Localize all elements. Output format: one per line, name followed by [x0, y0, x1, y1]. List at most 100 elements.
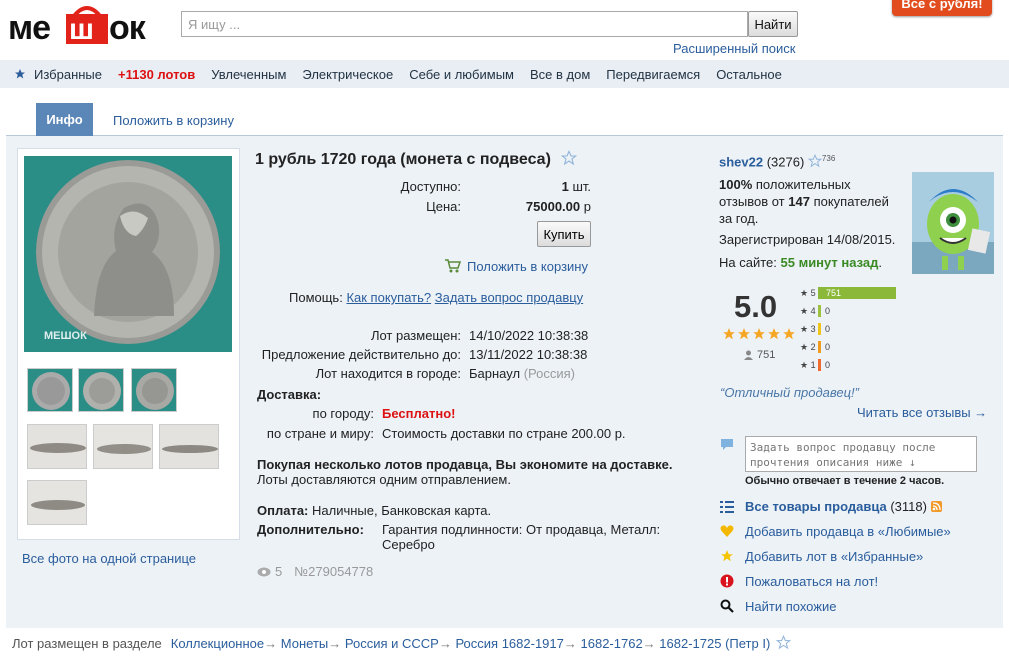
valid-label: Предложение действительно до: [261, 347, 461, 362]
rating-bar-count: 0 [825, 342, 831, 352]
thumbnail-6[interactable] [159, 424, 219, 469]
nav-item-transport[interactable]: Передвигаемся [606, 67, 700, 82]
find-similar-link[interactable]: Найти похожие [745, 599, 836, 614]
chat-icon [721, 439, 733, 450]
tab-info[interactable]: Инфо [36, 103, 93, 136]
seller-name-link[interactable]: shev22 [719, 154, 763, 169]
rating-star-icon [723, 328, 735, 340]
favorite-star-icon[interactable] [776, 635, 792, 650]
nav-item-home[interactable]: Все в дом [530, 67, 590, 82]
posted-value: 14/10/2022 10:38:38 [469, 328, 589, 343]
views-count: 5 [275, 564, 283, 579]
breadcrumb: Лот размещен в разделе Коллекционное → Мо… [12, 635, 792, 651]
city-delivery-label: по городу: [312, 406, 374, 421]
category-nav: Избранные +1130 лотов Увлеченным Электри… [0, 60, 1009, 88]
rss-icon[interactable] [930, 501, 942, 512]
seller-star-count: 736 [821, 154, 836, 163]
thumbnail-4[interactable] [27, 424, 87, 469]
cart-icon [445, 259, 462, 273]
rating-bar [818, 323, 821, 335]
country-delivery-label: по стране и миру: [266, 426, 374, 441]
nav-item-hobby[interactable]: Увлеченным [211, 67, 286, 82]
buy-button[interactable]: Купить [537, 221, 591, 247]
star-icon [15, 69, 25, 79]
help-row: Помощь: Как покупать? Задать вопрос прод… [289, 290, 584, 305]
available-value: 1 шт. [561, 179, 591, 194]
ask-question-field[interactable] [745, 436, 977, 472]
rating-star-icon [768, 328, 780, 340]
advanced-search-link[interactable]: Расширенный поиск [673, 41, 795, 56]
thumbnail-2[interactable] [78, 368, 124, 412]
seller-avatar[interactable] [912, 172, 994, 274]
seller-registered: Зарегистрирован 14/08/2015. [719, 232, 896, 247]
complain-link[interactable]: Пожаловаться на лот! [745, 574, 878, 589]
ask-seller-link[interactable]: Задать вопрос продавцу [435, 290, 583, 305]
seller-header: shev22 (3276) 736 [719, 154, 835, 169]
nav-item-self[interactable]: Себе и любимым [409, 67, 514, 82]
multi-lot-subnote: Лоты доставляются одним отправлением. [257, 472, 511, 487]
rating-bar-star-label: ★ 4 [800, 306, 816, 316]
how-to-buy-link[interactable]: Как покупать? [346, 290, 431, 305]
add-lot-favorite-link[interactable]: Добавить лот в «Избранные» [745, 549, 923, 564]
all-seller-items-link[interactable]: Все товары продавца (3118) [745, 499, 942, 514]
rating-bar [818, 341, 821, 353]
rating-bar-star-label: ★ 5 [800, 288, 816, 298]
rating-votes: 751 [744, 349, 775, 361]
search-button[interactable]: Найти [748, 11, 798, 37]
rating-star-icon [783, 328, 795, 340]
svg-text:ок: ок [109, 9, 147, 46]
seller-star-icon [807, 154, 823, 168]
nav-item-favorites[interactable]: Избранные [34, 67, 102, 82]
multi-lot-note: Покупая несколько лотов продавца, Вы эко… [257, 457, 673, 472]
favorite-star-icon[interactable] [561, 149, 578, 166]
seller-quote: “Отличный продавец!” [720, 385, 859, 400]
nav-item-other[interactable]: Остальное [716, 67, 782, 82]
city-delivery-value: Бесплатно! [382, 406, 456, 421]
rating-bar [818, 359, 821, 371]
rating-bar-count: 0 [825, 360, 831, 370]
rating-bar [818, 305, 821, 317]
thumbnail-5[interactable] [93, 424, 153, 469]
promo-badge[interactable]: Все с рубля! [892, 0, 992, 16]
breadcrumb-item[interactable]: Россия 1682-1917 [455, 636, 563, 651]
rating-bar-count: 751 [826, 288, 842, 298]
lot-title: 1 рубль 1720 года (монета с подвеса) [255, 149, 578, 169]
add-to-cart-link[interactable]: Положить в корзину [444, 258, 588, 274]
eye-icon [257, 567, 271, 576]
extra-label: Дополнительно: [257, 522, 364, 537]
nav-item-electric[interactable]: Электрическое [302, 67, 393, 82]
tab-add-to-cart[interactable]: Положить в корзину [113, 113, 234, 128]
read-reviews-link[interactable]: Читать все отзывы → [857, 405, 987, 420]
svg-text:ш: ш [69, 13, 94, 46]
breadcrumb-item[interactable]: 1682-1725 (Петр I) [659, 636, 770, 651]
main-photo[interactable]: МЕШОК [24, 156, 232, 352]
all-photos-link[interactable]: Все фото на одной странице [22, 551, 196, 566]
thumbnail-3[interactable] [131, 368, 177, 412]
rating-bar-star-label: ★ 2 [800, 342, 816, 352]
available-label: Доступно: [400, 179, 461, 194]
breadcrumb-item[interactable]: Россия и СССР [345, 636, 439, 651]
site-logo[interactable]: ме ш ок [8, 6, 171, 47]
photo-watermark: МЕШОК [44, 330, 87, 342]
thumbnail-1[interactable] [27, 368, 73, 412]
rating-star-icon [753, 328, 765, 340]
country-delivery-value: Стоимость доставки по стране 200.00 р. [382, 426, 626, 441]
price-value: 75000.00 р [525, 199, 591, 214]
add-seller-favorite-link[interactable]: Добавить продавца в «Любимые» [745, 524, 951, 539]
reply-note: Обычно отвечает в течение 2 часов. [745, 475, 945, 487]
thumbnail-7[interactable] [27, 480, 87, 525]
list-icon [720, 501, 734, 513]
breadcrumb-item[interactable]: 1682-1762 [581, 636, 643, 651]
breadcrumb-item[interactable]: Монеты [281, 636, 328, 651]
heart-icon [720, 525, 734, 537]
nav-item-new-lots[interactable]: +1130 лотов [118, 67, 195, 82]
rating-bar-star-label: ★ 3 [800, 324, 816, 334]
price-label: Цена: [426, 199, 461, 214]
extra-value: Гарантия подлинности: От продавца, Метал… [382, 522, 661, 537]
rating-bar-star-label: ★ 1 [800, 360, 816, 370]
valid-value: 13/11/2022 10:38:38 [469, 347, 588, 362]
breadcrumb-item[interactable]: Коллекционное [171, 636, 264, 651]
seller-feedback-count[interactable]: (3276) [767, 154, 805, 169]
city-value: Барнаул (Россия) [469, 366, 575, 381]
search-input[interactable] [181, 11, 748, 37]
